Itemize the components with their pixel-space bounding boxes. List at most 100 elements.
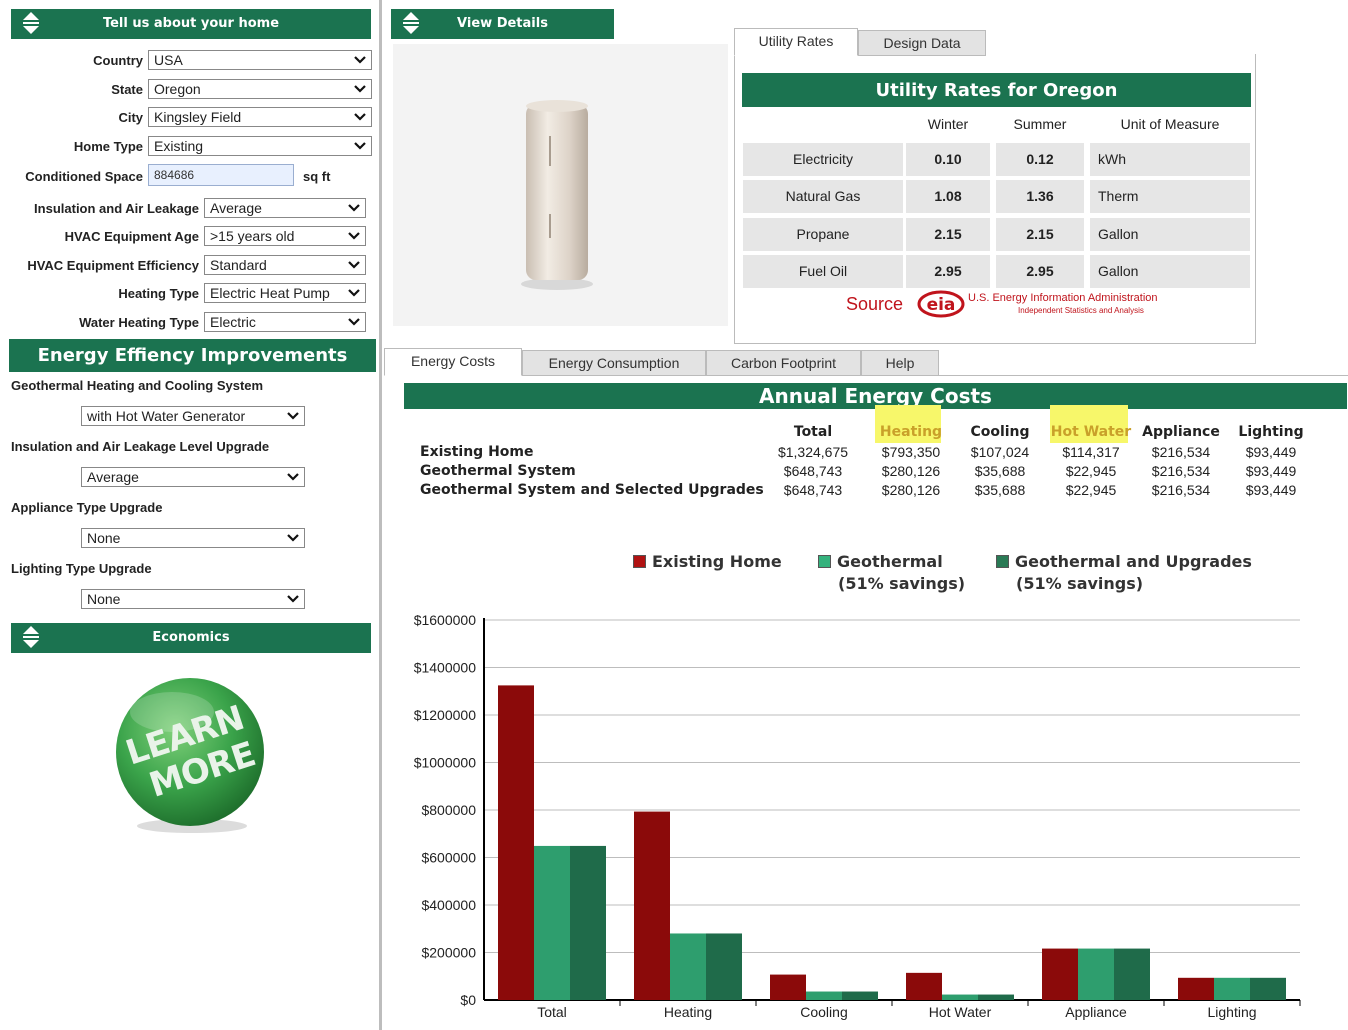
heating-type-label: Heating Type	[118, 286, 199, 301]
bar-existing-home-heating	[634, 811, 670, 1000]
bar-existing-home-hot-water	[906, 972, 942, 1000]
water-heater-image	[521, 100, 593, 290]
insulation-and-air-leakage-value: Average	[210, 200, 262, 216]
geothermal-heating-and-cooling-system-select[interactable]: with Hot Water Generator	[81, 406, 305, 426]
y-tick-label: $200000	[421, 945, 476, 961]
bar-geothermal-total	[534, 845, 570, 1000]
tab-utility-rates[interactable]: Utility Rates	[734, 28, 858, 56]
y-tick-label: $1400000	[414, 660, 477, 676]
city-label: City	[118, 110, 143, 125]
city-select[interactable]: Kingsley Field	[148, 107, 372, 127]
water-heating-type-select[interactable]: Electric	[204, 312, 366, 332]
cost-col-hot-water: Hot Water	[1050, 424, 1132, 440]
learn-more-button[interactable]: LEARN MORE	[110, 676, 275, 836]
rates-title-bar: Utility Rates for Oregon	[742, 73, 1251, 107]
view-details-header[interactable]: View Details	[391, 9, 614, 39]
source-label: Source	[846, 294, 904, 314]
country-select[interactable]: USA	[148, 50, 372, 70]
cost-cell: $1,324,675	[777, 444, 849, 460]
country-value: USA	[154, 52, 183, 68]
hvac-equipment-efficiency-select[interactable]: Standard	[204, 255, 366, 275]
cost-cell: $93,449	[1245, 463, 1297, 479]
cost-cell: $648,743	[783, 482, 843, 498]
eia-logo-text: eia	[927, 295, 956, 315]
economics-header[interactable]: Economics	[11, 623, 371, 653]
panel-divider[interactable]	[379, 0, 382, 1030]
tab-energy-consumption[interactable]: Energy Consumption	[522, 350, 706, 376]
x-tick-label: Hot Water	[929, 1004, 992, 1020]
state-label: State	[111, 82, 143, 97]
rates-col-summer: Summer	[1013, 116, 1067, 132]
eia-logo-icon: eia	[917, 290, 965, 318]
chevron-down-icon	[348, 289, 360, 297]
state-value: Oregon	[154, 81, 201, 97]
legend-existing-label: Existing Home	[652, 552, 782, 571]
rates-row-natural-gas-summer: 1.36	[996, 180, 1084, 213]
insulation-and-air-leakage-label: Insulation and Air Leakage	[34, 201, 199, 216]
insulation-and-air-leakage-level-upgrade-select[interactable]: Average	[81, 467, 305, 487]
economics-title: Economics	[152, 630, 230, 645]
tab-energy-costs[interactable]: Energy Costs	[384, 348, 522, 376]
insulation-and-air-leakage-level-upgrade-label: Insulation and Air Leakage Level Upgrade	[11, 439, 270, 454]
lighting-type-upgrade-label: Lighting Type Upgrade	[11, 561, 152, 576]
cost-col-lighting: Lighting	[1238, 424, 1304, 440]
rates-row-propane-unit: Gallon	[1090, 218, 1250, 251]
home-type-select[interactable]: Existing	[148, 136, 372, 156]
appliance-type-upgrade-select[interactable]: None	[81, 528, 305, 548]
chevron-down-icon	[287, 473, 299, 481]
bar-geothermal-and-upgrades-heating	[706, 933, 742, 1000]
chevron-down-icon	[354, 56, 366, 64]
bar-geothermal-heating	[670, 933, 706, 1000]
home-info-header[interactable]: Tell us about your home	[11, 9, 371, 39]
improvements-title: Energy Effiency Improvements	[37, 345, 348, 366]
hvac-equipment-age-select[interactable]: >15 years old	[204, 226, 366, 246]
legend-geothermal-upgrades: Geothermal and Upgrades (51% savings)	[996, 551, 1252, 595]
cost-row-label: Geothermal System	[420, 463, 576, 479]
tab-carbon-footprint[interactable]: Carbon Footprint	[706, 350, 861, 376]
bar-geothermal-cooling	[806, 991, 842, 1000]
chevron-down-icon	[287, 412, 299, 420]
rates-row-natural-gas-name: Natural Gas	[743, 180, 903, 213]
rates-row-fuel-oil-name: Fuel Oil	[743, 255, 903, 288]
rates-col-winter: Winter	[927, 116, 969, 132]
cost-col-appliance: Appliance	[1142, 424, 1220, 440]
x-tick-label: Cooling	[800, 1004, 847, 1020]
y-tick-label: $1600000	[414, 612, 477, 628]
lighting-type-upgrade-select[interactable]: None	[81, 589, 305, 609]
legend-existing-home: Existing Home	[633, 551, 782, 573]
improvements-header: Energy Effiency Improvements	[9, 339, 376, 372]
rates-row-fuel-oil-unit: Gallon	[1090, 255, 1250, 288]
chevron-down-icon	[354, 85, 366, 93]
y-tick-label: $0	[460, 992, 476, 1008]
tab-design-data[interactable]: Design Data	[858, 30, 986, 56]
rates-row-natural-gas-unit: Therm	[1090, 180, 1250, 213]
hvac-equipment-efficiency-label: HVAC Equipment Efficiency	[27, 258, 199, 273]
legend-swatch	[996, 555, 1009, 568]
y-tick-label: $400000	[421, 897, 476, 913]
bar-existing-home-lighting	[1178, 977, 1214, 1000]
legend-geothermal: Geothermal (51% savings)	[818, 551, 965, 595]
water-heating-type-label: Water Heating Type	[79, 315, 199, 330]
x-tick-label: Heating	[664, 1004, 712, 1020]
state-select[interactable]: Oregon	[148, 79, 372, 99]
rates-row-propane-summer: 2.15	[996, 218, 1084, 251]
appliance-type-upgrade-label: Appliance Type Upgrade	[11, 500, 163, 515]
insulation-and-air-leakage-select[interactable]: Average	[204, 198, 366, 218]
eia-tagline: Independent Statistics and Analysis	[1018, 306, 1144, 315]
conditioned-space-input[interactable]: 884686	[148, 164, 294, 186]
rates-row-fuel-oil-summer: 2.95	[996, 255, 1084, 288]
hvac-equipment-age-label: HVAC Equipment Age	[64, 229, 199, 244]
bar-geothermal-and-upgrades-lighting	[1250, 977, 1286, 1000]
cost-row-label: Geothermal System and Selected Upgrades	[420, 482, 764, 498]
heating-type-value: Electric Heat Pump	[210, 285, 330, 301]
bar-geothermal-and-upgrades-cooling	[842, 991, 878, 1000]
heating-type-select[interactable]: Electric Heat Pump	[204, 283, 366, 303]
hvac-equipment-efficiency-value: Standard	[210, 257, 267, 273]
chevron-down-icon	[354, 142, 366, 150]
hvac-equipment-age-value: >15 years old	[210, 228, 295, 244]
cost-cell: $93,449	[1245, 444, 1297, 460]
eia-name: U.S. Energy Information Administration	[968, 292, 1158, 304]
tab-help[interactable]: Help	[861, 350, 939, 376]
x-tick-label: Lighting	[1207, 1004, 1256, 1020]
rates-row-electricity-unit: kWh	[1090, 143, 1250, 176]
